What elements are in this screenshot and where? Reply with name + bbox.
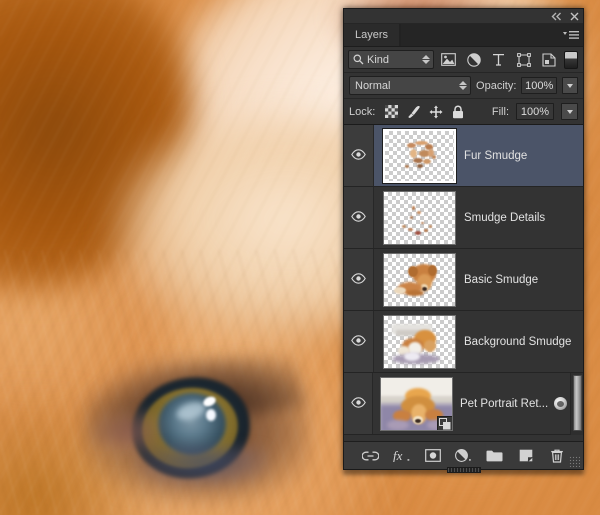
dog-eye xyxy=(80,346,310,505)
thumbnail-art xyxy=(384,316,455,368)
opacity-value[interactable]: 100% xyxy=(521,77,557,94)
tab-layers[interactable]: Layers xyxy=(344,24,401,46)
eye-highlight-secondary xyxy=(206,409,216,421)
lock-image-pixels-icon[interactable] xyxy=(406,104,421,119)
link-layers-icon[interactable] xyxy=(362,447,380,465)
add-layer-style-icon[interactable]: fx xyxy=(393,447,411,465)
layer-name-cell[interactable]: Basic Smudge xyxy=(464,274,583,286)
thumbnail-art xyxy=(384,192,455,244)
opacity-dropdown-arrow[interactable] xyxy=(562,77,578,94)
layer-name-cell[interactable]: Fur Smudge xyxy=(464,150,583,162)
double-chevron-left-icon[interactable] xyxy=(551,12,562,21)
layer-thumbnail xyxy=(381,127,457,184)
thumbnail-art xyxy=(384,254,455,306)
lock-row: Lock: Fill: 100% xyxy=(344,99,583,125)
fill-value[interactable]: 100% xyxy=(516,103,554,120)
blend-mode-label: Normal xyxy=(355,79,391,92)
panel-tab-row: Layers xyxy=(344,24,583,47)
layers-panel: Layers Kind Normal Opacity: 100% Lock: F… xyxy=(343,8,584,473)
eye-icon xyxy=(351,148,366,163)
eye-icon xyxy=(351,334,366,349)
panel-drag-handle[interactable] xyxy=(446,467,481,473)
layer-row[interactable]: Fur Smudge xyxy=(344,125,583,187)
fill-label: Fill: xyxy=(491,105,509,118)
layer-name: Pet Portrait Ret... xyxy=(459,397,549,410)
blend-mode-select[interactable]: Normal xyxy=(349,76,472,95)
delete-layer-icon[interactable] xyxy=(548,447,566,465)
eye-icon xyxy=(350,396,366,411)
layer-thumbnail-cell[interactable] xyxy=(373,376,460,431)
layer-name: Basic Smudge xyxy=(464,273,539,286)
layer-style-indicator-icon[interactable] xyxy=(554,397,568,410)
add-layer-mask-icon[interactable] xyxy=(424,447,442,465)
shape-layer-filter-icon[interactable] xyxy=(514,50,534,69)
eye-icon xyxy=(351,272,366,287)
layer-row[interactable]: Smudge Details xyxy=(344,187,583,249)
blend-mode-stepper[interactable] xyxy=(458,81,467,90)
layer-thumbnail xyxy=(382,314,456,369)
eye-icon xyxy=(351,210,366,225)
close-icon[interactable] xyxy=(570,12,579,21)
tab-layers-label: Layers xyxy=(355,29,389,41)
layer-name-cell[interactable]: Background Smudge xyxy=(464,336,583,348)
layer-list-scrollbar[interactable] xyxy=(570,373,583,435)
layer-visibility-toggle[interactable] xyxy=(344,373,374,434)
layer-thumbnail xyxy=(382,190,456,245)
tab-row-filler xyxy=(400,24,559,46)
layer-list: Fur Smudge Smudge Details Basic Smudge B… xyxy=(344,125,583,441)
thumbnail-art xyxy=(385,131,454,181)
layer-visibility-toggle[interactable] xyxy=(344,311,374,372)
layer-thumbnail-cell[interactable] xyxy=(374,127,464,184)
layer-thumbnail-cell[interactable] xyxy=(374,190,464,245)
layer-name-cell[interactable]: Smudge Details xyxy=(464,212,583,224)
layer-thumbnail xyxy=(382,252,456,307)
panel-menu-icon[interactable] xyxy=(559,24,583,46)
layer-name: Smudge Details xyxy=(464,211,546,224)
layer-thumbnail-cell[interactable] xyxy=(374,252,464,307)
resize-grip-icon[interactable] xyxy=(569,456,580,467)
lock-label: Lock: xyxy=(349,105,376,118)
scrollbar-thumb[interactable] xyxy=(573,375,582,431)
blend-mode-row: Normal Opacity: 100% xyxy=(344,73,583,99)
layer-row[interactable]: Pet Portrait Ret... xyxy=(344,373,583,435)
filter-enable-toggle[interactable] xyxy=(563,50,579,69)
new-layer-icon[interactable] xyxy=(517,447,535,465)
lock-transparent-pixels-icon[interactable] xyxy=(384,104,399,119)
layer-row[interactable]: Background Smudge xyxy=(344,311,583,373)
layer-visibility-toggle[interactable] xyxy=(344,249,374,310)
lock-all-icon[interactable] xyxy=(450,104,465,119)
lock-position-icon[interactable] xyxy=(428,104,443,119)
layer-thumbnail xyxy=(379,376,453,431)
search-icon xyxy=(353,54,364,65)
layer-thumbnail-cell[interactable] xyxy=(374,314,464,369)
layer-name-cell[interactable]: Pet Portrait Ret... xyxy=(460,397,583,410)
svg-text:fx: fx xyxy=(393,449,403,462)
smart-object-filter-icon[interactable] xyxy=(539,50,559,69)
layers-bottom-toolbar: fx xyxy=(344,441,583,473)
filter-kind-select[interactable]: Kind xyxy=(348,50,434,69)
layer-visibility-toggle[interactable] xyxy=(344,187,374,248)
opacity-label: Opacity: xyxy=(476,79,517,92)
eye-inner-corner xyxy=(88,410,158,455)
new-adjustment-layer-icon[interactable] xyxy=(455,447,473,465)
filter-kind-label: Kind xyxy=(367,53,390,66)
layer-name: Fur Smudge xyxy=(464,149,528,162)
type-layer-filter-icon[interactable] xyxy=(489,50,509,69)
lock-badge-icon xyxy=(436,415,452,430)
filter-kind-stepper[interactable] xyxy=(422,55,431,64)
layer-visibility-toggle[interactable] xyxy=(344,125,374,186)
layer-name: Background Smudge xyxy=(464,335,572,348)
layer-row[interactable]: Basic Smudge xyxy=(344,249,583,311)
panel-titlebar xyxy=(344,9,583,24)
adjustment-layer-filter-icon[interactable] xyxy=(464,50,484,69)
fill-dropdown-arrow[interactable] xyxy=(561,103,578,120)
new-group-icon[interactable] xyxy=(486,447,504,465)
layer-filter-row: Kind xyxy=(344,47,583,73)
pixel-layer-filter-icon[interactable] xyxy=(439,50,459,69)
